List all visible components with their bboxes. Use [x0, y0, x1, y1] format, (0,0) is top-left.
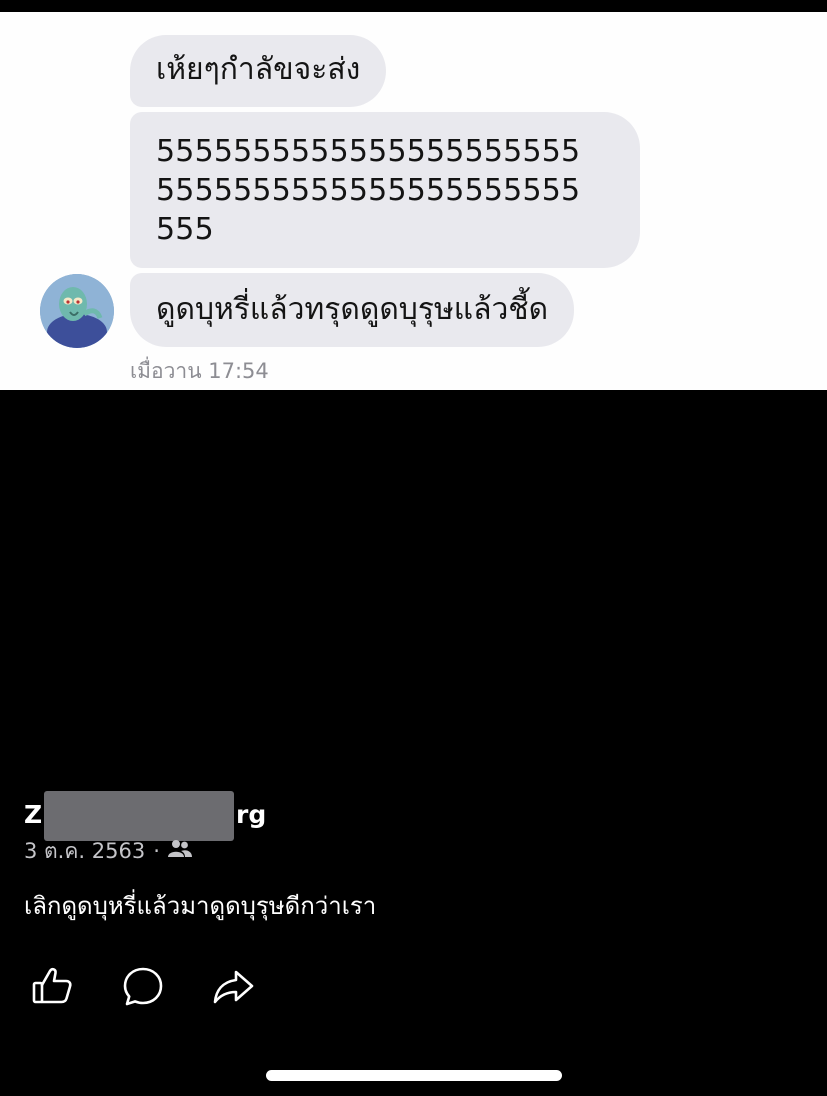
- message-text: ดูดบุหรี่แล้วทรุดดูดบุรุษแล้วชี้ด: [156, 292, 549, 327]
- action-bar: [30, 964, 256, 1010]
- friends-icon[interactable]: [167, 839, 192, 864]
- message-text: เห้ยๆกำลัขจะส่ง: [156, 52, 361, 87]
- message-bubble: 5555555555555555555555 55555555555555555…: [130, 112, 640, 268]
- share-icon[interactable]: [210, 964, 256, 1010]
- like-icon[interactable]: [30, 964, 76, 1010]
- message-bubble: เห้ยๆกำลัขจะส่ง: [130, 35, 387, 107]
- message-text: 555: [156, 212, 214, 247]
- post-meta: 3 ต.ค. 2563 ·: [24, 837, 192, 865]
- message-text: 5555555555555555555555: [156, 173, 581, 208]
- author-name-end[interactable]: rg: [236, 800, 266, 829]
- message-bubble: ดูดบุหรี่แล้วทรุดดูดบุรุษแล้วชี้ด: [130, 273, 575, 347]
- post-viewer: เห้ยๆกำลัขจะส่ง 5555555555555555555555 5…: [0, 0, 827, 1096]
- home-indicator[interactable]: [266, 1070, 562, 1081]
- author-name[interactable]: Z: [24, 800, 42, 829]
- comment-icon[interactable]: [120, 964, 166, 1010]
- message-timestamp: เมื่อวาน 17:54: [130, 359, 269, 383]
- meta-separator: ·: [153, 839, 160, 863]
- post-caption: เลิกดูดบุหรี่แล้วมาดูดบุรุษดีกว่าเรา: [24, 892, 377, 920]
- redaction-block: [44, 791, 234, 841]
- message-text: 5555555555555555555555: [156, 134, 581, 169]
- sender-avatar: [40, 274, 114, 348]
- post-photo[interactable]: เห้ยๆกำลัขจะส่ง 5555555555555555555555 5…: [0, 12, 827, 390]
- post-date[interactable]: 3 ต.ค. 2563: [24, 835, 145, 868]
